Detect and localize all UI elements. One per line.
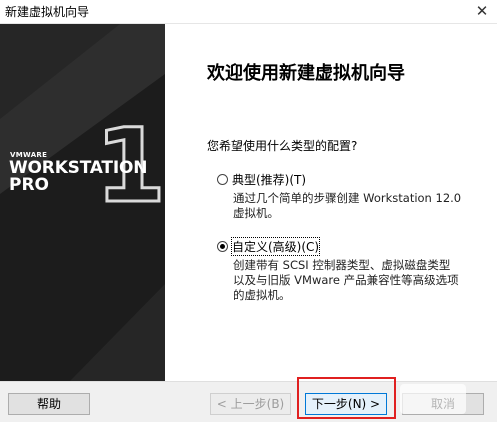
back-button[interactable]: < 上一步(B): [210, 393, 291, 415]
custom-description-line: 创建带有 SCSI 控制器类型、虚拟磁盘类型: [233, 258, 451, 272]
custom-description-line: 以及与旧版 VMware 产品兼容性等高级选项: [233, 273, 459, 287]
title-bar: 新建虚拟机向导 ✕: [0, 0, 497, 24]
brand-sidebar: 12 VMWARE WORKSTATION PRO: [0, 24, 165, 381]
typical-radio[interactable]: [217, 174, 228, 185]
page-title: 欢迎使用新建虚拟机向导: [207, 63, 405, 84]
custom-label[interactable]: 自定义(高级)(C): [230, 237, 321, 256]
window-title: 新建虚拟机向导: [5, 5, 90, 19]
option-custom[interactable]: 自定义(高级)(C): [217, 237, 321, 256]
close-icon[interactable]: ✕: [467, 0, 497, 23]
typical-description-line: 虚拟机。: [233, 206, 279, 220]
typical-label[interactable]: 典型(推荐)(T): [232, 171, 306, 188]
typical-description: 通过几个简单的步骤创建 Workstation 12.0 虚拟机。: [233, 191, 483, 221]
custom-radio[interactable]: [217, 241, 228, 252]
custom-description-line: 的虚拟机。: [233, 288, 291, 302]
config-question: 您希望使用什么类型的配置?: [207, 139, 358, 153]
next-button-highlight: [297, 377, 396, 419]
custom-description: 创建带有 SCSI 控制器类型、虚拟磁盘类型 以及与旧版 VMware 产品兼容…: [233, 258, 483, 303]
typical-description-line: 通过几个简单的步骤创建 Workstation 12.0: [233, 191, 462, 205]
wizard-content: 欢迎使用新建虚拟机向导 您希望使用什么类型的配置? 典型(推荐)(T) 通过几个…: [165, 24, 497, 381]
watermark-overlay: [400, 384, 466, 414]
help-button[interactable]: 帮助: [8, 393, 90, 415]
brand-pro-text: PRO: [9, 175, 50, 195]
option-typical[interactable]: 典型(推荐)(T): [217, 171, 306, 188]
